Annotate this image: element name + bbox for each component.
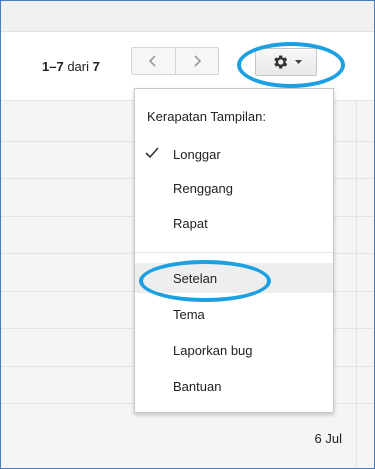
menu-item-label: Setelan xyxy=(173,270,218,286)
menu-item-label: Tema xyxy=(173,306,205,322)
checkmark-icon xyxy=(145,147,159,159)
pager xyxy=(131,47,219,75)
menu-item-label: Renggang xyxy=(173,180,233,196)
settings-button[interactable] xyxy=(255,48,317,76)
top-strip xyxy=(1,1,374,32)
page-range-suffix: dari xyxy=(67,59,90,74)
page-total: 7 xyxy=(92,59,100,74)
menu-item-bantuan[interactable]: Bantuan xyxy=(135,371,333,401)
message-date: 6 Jul xyxy=(314,431,342,446)
menu-item-label: Bantuan xyxy=(173,378,222,394)
page-count: 1–7 dari 7 xyxy=(42,59,100,74)
menu-item-rapat[interactable]: Rapat xyxy=(135,208,333,238)
app-frame: 1–7 dari 7 6 Jul Kerapatan Tampilan: Lon… xyxy=(0,0,375,469)
gear-icon xyxy=(273,55,287,69)
density-heading: Kerapatan Tampilan: xyxy=(147,109,267,124)
settings-menu: Kerapatan Tampilan: Longgar Renggang Rap… xyxy=(134,88,334,413)
menu-item-label: Laporkan bug xyxy=(173,342,253,358)
previous-page-button[interactable] xyxy=(131,47,176,75)
chevron-right-icon xyxy=(194,55,201,67)
menu-item-label: Rapat xyxy=(173,215,208,231)
chevron-left-icon xyxy=(149,55,156,67)
menu-item-renggang[interactable]: Renggang xyxy=(135,173,333,203)
list-right-divider xyxy=(356,101,357,468)
menu-item-setelan[interactable]: Setelan xyxy=(135,263,333,293)
page-range: 1–7 xyxy=(42,59,64,74)
menu-item-label: Longgar xyxy=(173,146,221,162)
menu-item-tema[interactable]: Tema xyxy=(135,299,333,329)
menu-item-laporkan-bug[interactable]: Laporkan bug xyxy=(135,335,333,365)
menu-item-longgar[interactable]: Longgar xyxy=(135,139,333,169)
caret-down-icon xyxy=(294,60,302,64)
next-page-button[interactable] xyxy=(175,47,219,75)
menu-separator xyxy=(135,252,333,253)
